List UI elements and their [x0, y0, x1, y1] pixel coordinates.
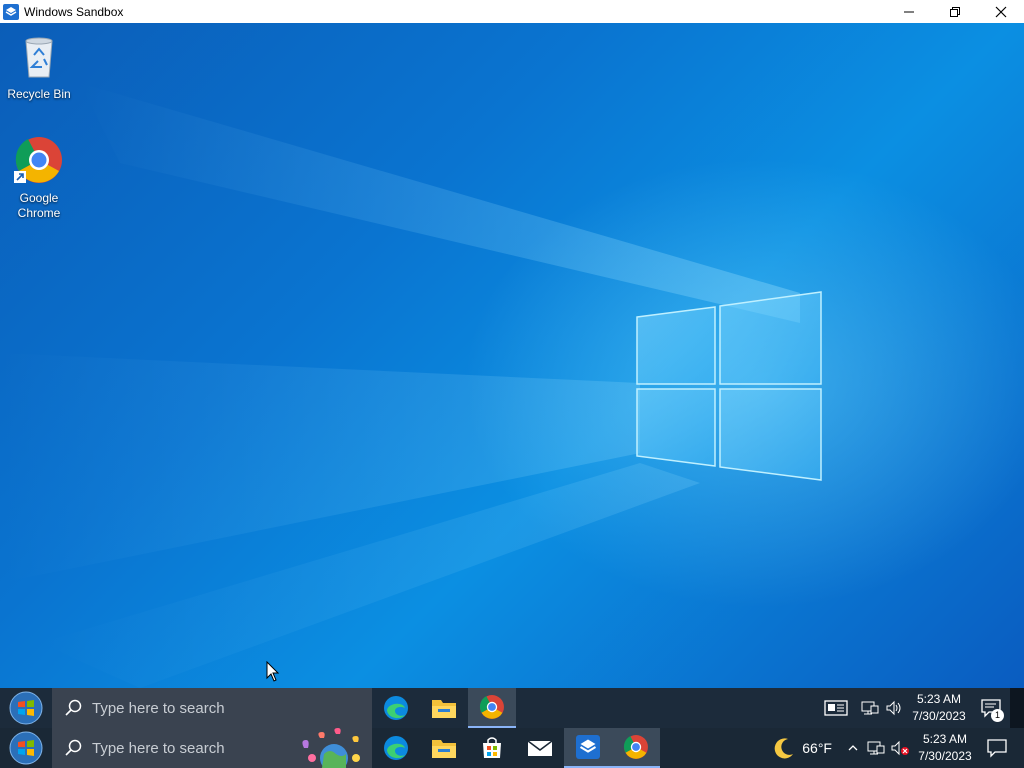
edge-icon [384, 696, 408, 720]
search-highlight-icon [302, 728, 360, 768]
sandbox-app-icon [3, 3, 19, 20]
notification-count-badge: 1 [991, 709, 1004, 722]
host-clock-date: 7/30/2023 [918, 749, 972, 763]
restore-button[interactable] [932, 0, 978, 23]
host-taskbar-edge[interactable] [372, 728, 420, 768]
volume-muted-icon [891, 740, 909, 756]
notifications-button[interactable]: 1 [972, 688, 1010, 728]
host-taskbar-mail[interactable] [516, 728, 564, 768]
recycle-bin-shortcut[interactable]: Recycle Bin [1, 31, 77, 102]
host-taskbar-store[interactable] [468, 728, 516, 768]
host-show-desktop-button[interactable] [1016, 728, 1024, 768]
search-icon [65, 699, 82, 716]
sandbox-titlebar[interactable]: Windows Sandbox [0, 0, 1024, 24]
sandbox-taskbar: Type here to search 5:23 AM 7/30/2023 1 [0, 688, 1024, 728]
volume-button[interactable] [882, 688, 906, 728]
windows-start-icon [9, 691, 43, 725]
search-input[interactable]: Type here to search [52, 688, 372, 728]
desktop[interactable]: Recycle Bin Google Chrome [0, 23, 1024, 688]
host-search-placeholder: Type here to search [92, 739, 225, 757]
close-button[interactable] [978, 0, 1024, 23]
chrome-icon [479, 695, 504, 719]
clock-time: 5:23 AM [916, 692, 962, 706]
chrome-icon [623, 735, 648, 759]
host-search-input[interactable]: Type here to search [52, 728, 372, 768]
restore-icon [950, 6, 960, 17]
news-icon [824, 700, 848, 716]
mail-icon [527, 740, 553, 756]
network-button[interactable] [858, 688, 882, 728]
windows-start-icon [9, 731, 43, 765]
close-icon [995, 6, 1007, 17]
news-widget-button[interactable] [814, 688, 858, 728]
recycle-bin-icon [25, 37, 53, 78]
volume-icon [886, 700, 901, 716]
taskbar-file-explorer[interactable] [420, 688, 468, 728]
taskbar-edge[interactable] [372, 688, 420, 728]
network-icon [867, 741, 885, 755]
host-taskbar: Type here to search 66°F 5:23 AM 7/30/20… [0, 728, 1024, 768]
window-title: Windows Sandbox [24, 4, 124, 19]
file-explorer-icon [432, 700, 456, 718]
host-start-button[interactable] [0, 728, 52, 768]
wallpaper [0, 83, 822, 688]
edge-icon [384, 736, 408, 760]
mouse-cursor-icon [266, 661, 280, 682]
store-icon [483, 737, 501, 758]
host-network-button[interactable] [864, 728, 888, 768]
recycle-bin-label: Recycle Bin [7, 87, 71, 101]
file-explorer-icon [432, 740, 456, 758]
windows-logo [636, 291, 822, 481]
host-taskbar-sandbox[interactable] [564, 728, 612, 768]
sandbox-icon [576, 735, 600, 759]
taskbar-chrome[interactable] [468, 688, 516, 728]
weather-temp: 66°F [802, 740, 832, 756]
google-chrome-shortcut[interactable]: Google Chrome [1, 135, 77, 221]
weather-widget[interactable]: 66°F [772, 728, 842, 768]
host-taskbar-chrome[interactable] [612, 728, 660, 768]
start-button[interactable] [0, 688, 52, 728]
host-clock[interactable]: 5:23 AM 7/30/2023 [912, 731, 978, 765]
minimize-button[interactable] [886, 0, 932, 23]
search-icon [65, 739, 82, 756]
chevron-up-icon [848, 745, 858, 751]
network-icon [861, 701, 879, 715]
search-placeholder: Type here to search [92, 699, 225, 717]
host-volume-button[interactable] [888, 728, 912, 768]
show-desktop-button[interactable] [1010, 688, 1024, 728]
host-notifications-button[interactable] [978, 728, 1016, 768]
minimize-icon [904, 11, 914, 12]
host-taskbar-file-explorer[interactable] [420, 728, 468, 768]
clock-date: 7/30/2023 [912, 709, 966, 723]
notification-icon [987, 739, 1007, 758]
host-clock-time: 5:23 AM [922, 732, 968, 746]
chrome-icon [14, 137, 62, 183]
clock[interactable]: 5:23 AM 7/30/2023 [906, 691, 972, 725]
show-hidden-icons-button[interactable] [842, 728, 864, 768]
google-chrome-label: Google Chrome [17, 191, 61, 220]
moon-icon [774, 738, 794, 759]
